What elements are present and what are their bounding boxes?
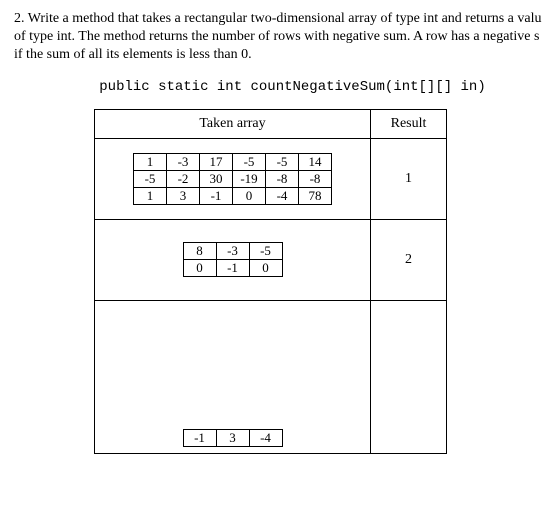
method-signature: public static int countNegativeSum(int[]… xyxy=(14,79,557,95)
example1-result: 1 xyxy=(371,138,447,219)
problem-line2: of type int. The method returns the numb… xyxy=(14,29,539,44)
array-3: -1 3 -4 xyxy=(183,429,283,447)
example2-result: 2 xyxy=(371,219,447,300)
cell: -4 xyxy=(266,187,299,204)
example1-array: 1 -3 17 -5 -5 14 -5 -2 30 -19 -8 -8 1 xyxy=(95,138,371,219)
example2-array: 8 -3 -5 0 -1 0 xyxy=(95,219,371,300)
examples-table: Taken array Result 1 -3 17 -5 -5 14 -5 -… xyxy=(94,109,447,454)
header-result: Result xyxy=(371,109,447,138)
cell: -3 xyxy=(216,243,249,260)
cell: 0 xyxy=(183,260,216,277)
cell: 3 xyxy=(167,187,200,204)
problem-number: 2. xyxy=(14,11,25,26)
array-2: 8 -3 -5 0 -1 0 xyxy=(183,242,283,277)
cell: -8 xyxy=(299,170,332,187)
cell: -5 xyxy=(249,243,282,260)
cell: -3 xyxy=(167,153,200,170)
problem-line1: Write a method that takes a rectangular … xyxy=(28,11,542,26)
cell: -5 xyxy=(233,153,266,170)
cell: 8 xyxy=(183,243,216,260)
cell: -5 xyxy=(134,170,167,187)
cell: -19 xyxy=(233,170,266,187)
cell: -1 xyxy=(216,260,249,277)
cell: 3 xyxy=(216,429,249,446)
cell: -1 xyxy=(200,187,233,204)
cell: -5 xyxy=(266,153,299,170)
cell: 14 xyxy=(299,153,332,170)
array-1: 1 -3 17 -5 -5 14 -5 -2 30 -19 -8 -8 1 xyxy=(133,153,332,205)
cell: -8 xyxy=(266,170,299,187)
example3-array: -1 3 -4 xyxy=(95,300,371,453)
cell: -4 xyxy=(249,429,282,446)
cell: -1 xyxy=(183,429,216,446)
cell: 1 xyxy=(134,153,167,170)
cell: 1 xyxy=(134,187,167,204)
cell: 78 xyxy=(299,187,332,204)
cell: -2 xyxy=(167,170,200,187)
cell: 0 xyxy=(233,187,266,204)
cell: 0 xyxy=(249,260,282,277)
problem-line3: if the sum of all its elements is less t… xyxy=(14,47,252,62)
example3-result xyxy=(371,300,447,453)
problem-statement: 2. Write a method that takes a rectangul… xyxy=(14,10,557,65)
cell: 17 xyxy=(200,153,233,170)
cell: 30 xyxy=(200,170,233,187)
header-taken: Taken array xyxy=(95,109,371,138)
